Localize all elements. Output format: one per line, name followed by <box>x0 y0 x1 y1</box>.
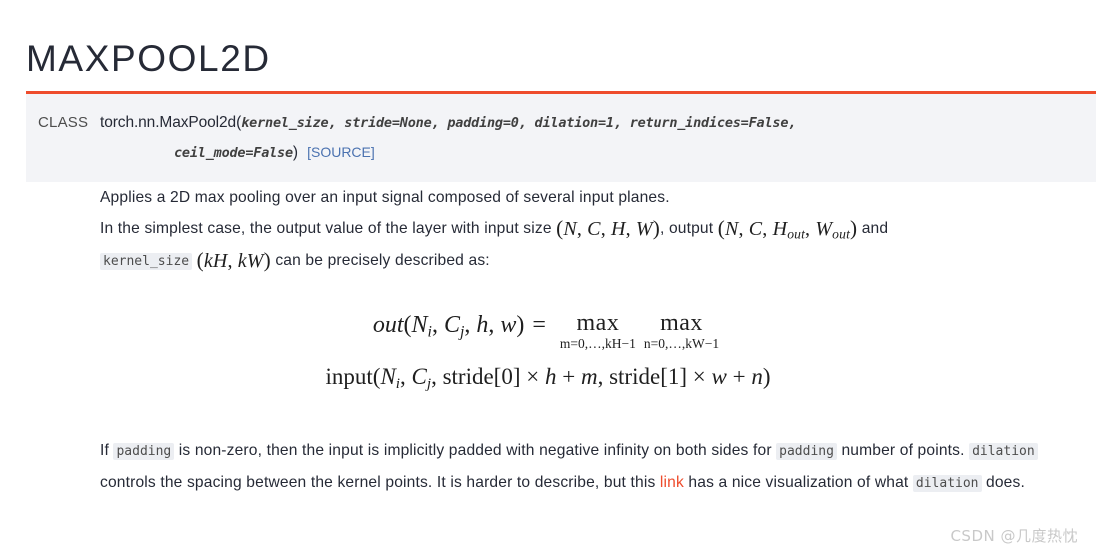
math-kernel-size: (kH, kW) <box>196 248 271 272</box>
paragraph2-part1: In the simplest case, the output value o… <box>100 220 557 237</box>
notes-part4: controls the spacing between the kernel … <box>100 474 660 491</box>
equation-lhs: out(Ni, Cj, h, w) <box>372 312 525 341</box>
description-paragraph-1: Applies a 2D max pooling over an input s… <box>100 189 670 206</box>
notes-part2: is non-zero, then the input is implicitl… <box>174 442 777 459</box>
equation-max-operator-1: max m=0,…,kH−1 <box>560 310 636 352</box>
signature-text: torch.nn.MaxPool2d(kernel_size, stride=N… <box>100 108 1096 168</box>
description-paragraph-2: In the simplest case, the output value o… <box>100 213 1060 277</box>
math-input-size: (N, C, H, W) <box>556 216 660 240</box>
equation-max-operator-2: max n=0,…,kW−1 <box>644 310 719 352</box>
signature-qualified-name: torch.nn.MaxPool2d <box>100 114 237 131</box>
notes-part3: number of points. <box>836 442 970 459</box>
signature-params-line-1: kernel_size, stride=None, padding=0, dil… <box>241 115 797 131</box>
class-signature-block: CLASS torch.nn.MaxPool2d(kernel_size, st… <box>26 91 1096 182</box>
math-output-size: (N, C, Hout, Wout) <box>717 216 858 242</box>
description-section: Applies a 2D max pooling over an input s… <box>100 182 1060 277</box>
code-dilation-1: dilation <box>969 443 1038 460</box>
code-padding-1: padding <box>113 443 175 460</box>
signature-second-line: ceil_mode=False) [SOURCE] <box>100 138 1096 168</box>
source-link[interactable]: [SOURCE] <box>307 144 375 160</box>
equation-line-1: out(Ni, Cj, h, w) = max m=0,…,kH−1 max n… <box>0 310 1096 352</box>
max-op-limits-1: m=0,…,kH−1 <box>559 336 636 351</box>
max-op-label-2: max <box>660 310 703 336</box>
display-equation: out(Ni, Cj, h, w) = max m=0,…,kH−1 max n… <box>0 310 1096 392</box>
csdn-watermark: CSDN @几度热忱 <box>950 527 1078 545</box>
notes-part1: If <box>100 442 114 459</box>
code-padding-2: padding <box>776 443 837 460</box>
code-kernel-size: kernel_size <box>100 253 193 270</box>
equation-equals: = <box>532 312 546 338</box>
max-op-label-1: max <box>576 310 620 336</box>
notes-section: If padding is non-zero, then the input i… <box>100 435 1060 499</box>
notes-paragraph: If padding is non-zero, then the input i… <box>100 435 1060 499</box>
notes-part6: does. <box>981 474 1025 491</box>
code-dilation-2: dilation <box>912 475 982 492</box>
max-op-limits-2: n=0,…,kW−1 <box>643 336 720 351</box>
notes-part5: has a nice visualization of what <box>683 474 913 491</box>
signature-row: CLASS torch.nn.MaxPool2d(kernel_size, st… <box>26 108 1096 168</box>
page-title: MAXPOOL2D <box>26 37 271 79</box>
signature-keyword: CLASS <box>38 114 89 131</box>
paragraph2-part4: can be precisely described as: <box>270 252 490 269</box>
signature-close-paren: ) <box>292 144 299 161</box>
signature-params-line-2: ceil_mode=False <box>174 145 293 161</box>
paragraph2-part2: , output <box>659 220 718 237</box>
paragraph2-part3: and <box>857 220 889 237</box>
equation-line-2: input(Ni, Cj, stride[0] × h + m, stride[… <box>325 364 771 393</box>
dilation-visualization-link[interactable]: link <box>660 474 684 491</box>
